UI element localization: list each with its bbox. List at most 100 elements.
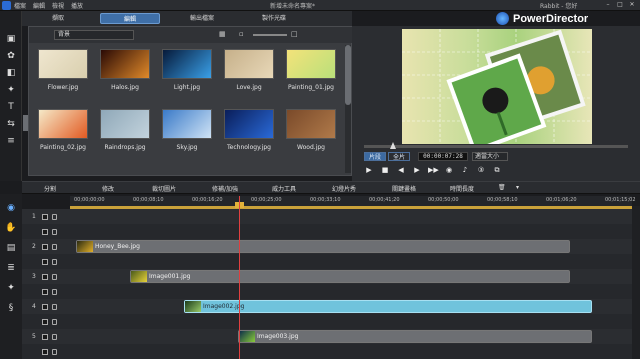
library-thumbnail[interactable]	[162, 49, 212, 79]
lock-icon[interactable]	[52, 288, 57, 295]
fast-forward-icon[interactable]: ▶▶	[428, 165, 439, 175]
library-item[interactable]: Love.jpg	[224, 49, 276, 97]
audio-mixing-icon[interactable]: ≡	[5, 135, 17, 147]
lock-icon[interactable]	[52, 243, 57, 250]
timeline-track[interactable]	[22, 224, 632, 239]
minimize-icon[interactable]: –	[604, 1, 612, 9]
library-thumbnail[interactable]	[224, 49, 274, 79]
chapter-icon[interactable]: ▤	[5, 242, 17, 254]
timeline-track[interactable]: 1	[22, 209, 632, 224]
lock-icon[interactable]	[52, 258, 57, 265]
next-frame-icon[interactable]: ▶	[412, 165, 422, 175]
library-thumbnail[interactable]	[100, 49, 150, 79]
clip-mode-button[interactable]: 片段	[364, 152, 386, 161]
audio-tool-icon[interactable]: §	[5, 302, 17, 314]
library-item[interactable]: Painting_02.jpg	[38, 109, 90, 157]
stop-icon[interactable]: ■	[380, 165, 390, 175]
track-enable-checkbox[interactable]	[42, 243, 48, 250]
timeline-clip[interactable]: Image002.jpg	[184, 300, 592, 313]
preview-seekbar[interactable]	[364, 145, 628, 148]
library-thumbnail[interactable]	[224, 109, 274, 139]
undock-icon[interactable]: ⧉	[492, 165, 502, 175]
track-enable-checkbox[interactable]	[42, 273, 48, 280]
category-select[interactable]: 背景	[54, 30, 134, 40]
slideshow-button[interactable]: 幻燈片秀	[332, 184, 356, 193]
timeline-track[interactable]: 3 Image001.jpg	[22, 269, 632, 284]
more-tools-icon[interactable]: ▾	[516, 184, 519, 191]
timeline-track[interactable]	[22, 344, 632, 359]
menu-file[interactable]: 檔案	[14, 1, 26, 10]
menu-edit[interactable]: 編輯	[33, 1, 45, 10]
close-icon[interactable]: ✕	[628, 1, 636, 9]
lock-icon[interactable]	[52, 213, 57, 220]
3d-icon[interactable]: ③	[476, 165, 486, 175]
timeline-view-icon[interactable]: ◉	[5, 202, 17, 214]
track-enable-checkbox[interactable]	[42, 348, 48, 355]
library-item[interactable]: Painting_01.jpg	[286, 49, 338, 97]
timeline-track[interactable]: 5 Image003.jpg	[22, 329, 632, 344]
media-room-icon[interactable]: ▣	[5, 33, 17, 45]
timeline-clip[interactable]: Honey_Bee.jpg	[76, 240, 570, 253]
volume-icon[interactable]: ♪	[460, 165, 470, 175]
library-collapse-handle[interactable]	[23, 115, 28, 131]
grid-view-icon[interactable]: ▦	[219, 30, 229, 40]
timeline-track[interactable]	[22, 314, 632, 329]
duration-button[interactable]: 時間長度	[450, 184, 474, 193]
lock-icon[interactable]	[52, 273, 57, 280]
maximize-icon[interactable]: □	[616, 1, 624, 9]
timeline-clip[interactable]: Image001.jpg	[130, 270, 570, 283]
playhead[interactable]	[239, 196, 240, 359]
library-thumbnail[interactable]	[38, 49, 88, 79]
library-item[interactable]: Sky.jpg	[162, 109, 214, 157]
crop-image-button[interactable]: 裁切圖片	[152, 184, 176, 193]
timeline-track[interactable]: 2 Honey_Bee.jpg	[22, 239, 632, 254]
library-thumbnail[interactable]	[162, 109, 212, 139]
track-enable-checkbox[interactable]	[42, 258, 48, 265]
snapshot-icon[interactable]: ◉	[444, 165, 454, 175]
library-thumbnail[interactable]	[100, 109, 150, 139]
zoom-in-icon[interactable]: □	[291, 30, 301, 40]
track-enable-checkbox[interactable]	[42, 228, 48, 235]
hand-tool-icon[interactable]: ✋	[5, 222, 17, 234]
track-enable-checkbox[interactable]	[42, 333, 48, 340]
timeline-track[interactable]	[22, 284, 632, 299]
lock-icon[interactable]	[52, 333, 57, 340]
timeline-ruler[interactable]: 00;00;00;00 00;00;08;10 00;00;16;20 00;00;2…	[70, 196, 636, 206]
menu-play[interactable]: 播放	[71, 1, 83, 10]
library-item[interactable]: Halos.jpg	[100, 49, 152, 97]
tab-produce[interactable]: 輸出檔案	[172, 13, 232, 24]
fix-enhance-button[interactable]: 修補/加強	[212, 184, 238, 193]
pip-room-icon[interactable]: ◧	[5, 67, 17, 79]
lock-icon[interactable]	[52, 303, 57, 310]
zoom-out-icon[interactable]: ▫	[239, 30, 249, 40]
timeline-track[interactable]: 4 Image002.jpg	[22, 299, 632, 314]
tab-capture[interactable]: 擷取	[28, 13, 88, 24]
lock-icon[interactable]	[52, 318, 57, 325]
library-item[interactable]: Wood.jpg	[286, 109, 338, 157]
library-thumbnail[interactable]	[286, 49, 336, 79]
track-enable-checkbox[interactable]	[42, 288, 48, 295]
timeline-track[interactable]	[22, 254, 632, 269]
tab-edit[interactable]: 編輯	[100, 13, 160, 24]
user-greeting[interactable]: Rabbit - 您好	[540, 1, 577, 10]
library-item[interactable]: Raindrops.jpg	[100, 109, 152, 157]
library-item[interactable]: Light.jpg	[162, 49, 214, 97]
library-scrollbar[interactable]	[345, 45, 351, 173]
library-thumbnail[interactable]	[38, 109, 88, 139]
effect-room-icon[interactable]: ✿	[5, 50, 17, 62]
timeline-scrollbar[interactable]	[632, 206, 640, 359]
timeline-clip[interactable]: Image003.jpg	[238, 330, 592, 343]
lock-icon[interactable]	[52, 228, 57, 235]
track-enable-checkbox[interactable]	[42, 303, 48, 310]
keyframe-button[interactable]: 關鍵畫格	[392, 184, 416, 193]
scroll-thumb[interactable]	[345, 45, 351, 105]
library-item[interactable]: Technology.jpg	[224, 109, 276, 157]
track-enable-checkbox[interactable]	[42, 213, 48, 220]
prev-frame-icon[interactable]: ◀	[396, 165, 406, 175]
menu-view[interactable]: 檢視	[52, 1, 64, 10]
lock-icon[interactable]	[52, 348, 57, 355]
fit-select[interactable]: 適當大小	[472, 152, 508, 161]
track-enable-checkbox[interactable]	[42, 318, 48, 325]
library-item[interactable]: Flower.jpg	[38, 49, 90, 97]
timecode-display[interactable]: 00:00:07:28	[418, 152, 468, 161]
